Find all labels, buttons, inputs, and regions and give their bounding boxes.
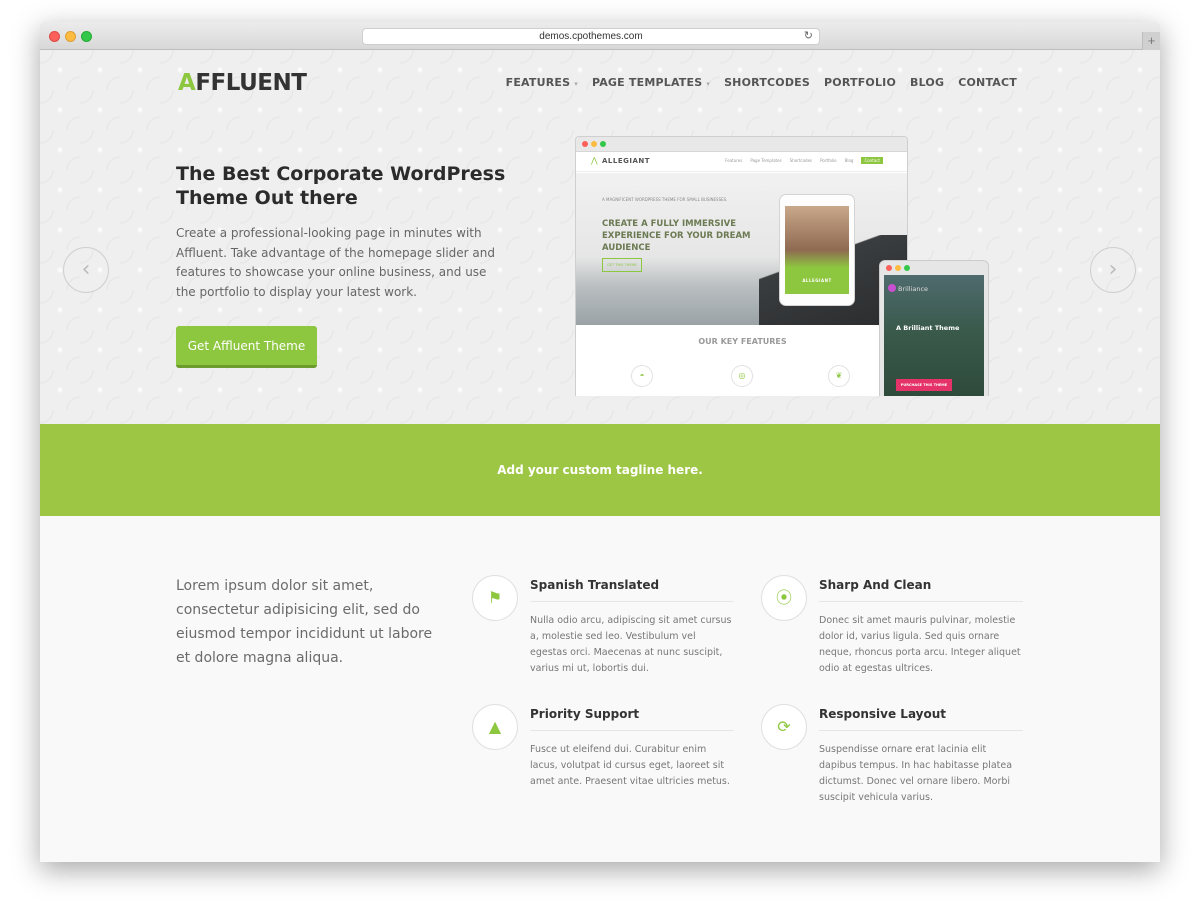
feature-description: Nulla odio arcu, adipiscing sit amet cur… <box>530 615 732 674</box>
mockup-kicker: A MAGNIFICENT WORDPRESS THEME FOR SMALL … <box>602 197 728 202</box>
divider <box>819 730 1023 731</box>
mockup-link: Features <box>725 158 743 163</box>
browser-window: demos.cpothemes.com ↻ + AFFLUENT FEATURE… <box>40 22 1160 862</box>
hero-text: Create a professional-looking page in mi… <box>176 226 495 299</box>
divider <box>530 730 734 731</box>
nav-label: FEATURES <box>505 76 571 89</box>
feature-description: Donec sit amet mauris pulvinar, molestie… <box>819 615 1021 674</box>
phone-mockup-image: Brilliance A Brilliant Theme PURCHASE TH… <box>879 260 989 396</box>
mockup-nav: ⋀ ALLEGIANT Features Page Templates Shor… <box>576 152 907 172</box>
phone-titlebar <box>880 261 988 275</box>
mockup-dot <box>904 265 910 271</box>
mockup-dot <box>600 141 606 147</box>
tablet-mockup-image: ALLEGIANT <box>779 194 855 306</box>
main-nav: FEATURES ▾ PAGE TEMPLATES ▾ SHORTCODES POR… <box>506 76 1017 89</box>
tagline-band: Add your custom tagline here. <box>40 424 1160 516</box>
logo-text: FFLUENT <box>195 70 307 96</box>
mockup-links: Features Page Templates Shortcodes Portf… <box>725 157 883 164</box>
mockup-button: GET THIS THEME <box>602 258 642 272</box>
refresh-icon: ⟳ <box>761 704 807 750</box>
tablet-label: ALLEGIANT <box>802 278 832 283</box>
intro-text: Lorem ipsum dolor sit amet, consectetur … <box>176 578 433 666</box>
site-logo[interactable]: AFFLUENT <box>178 70 307 96</box>
get-theme-button[interactable]: Get Affluent Theme <box>176 326 317 368</box>
phone-button: PURCHASE THIS THEME <box>896 379 952 391</box>
phone-logo: Brilliance <box>898 285 929 293</box>
slider-prev-button[interactable]: ‹ <box>63 247 109 293</box>
phone-screen: Brilliance A Brilliant Theme PURCHASE TH… <box>884 275 984 396</box>
logo-accent: A <box>178 70 196 96</box>
new-tab-button[interactable]: + <box>1142 32 1160 50</box>
road-icon: ▲ <box>472 704 518 750</box>
mockup-link: Shortcodes <box>789 158 813 163</box>
mockup-dot <box>886 265 892 271</box>
tagline-text: Add your custom tagline here. <box>497 463 703 477</box>
mockup-link: Portfolio <box>820 158 837 163</box>
mockup-link: Page Templates <box>750 158 782 163</box>
nav-item-features[interactable]: FEATURES ▾ <box>506 76 578 89</box>
mockup-feature-icon: ◓ <box>631 365 653 387</box>
url-text: demos.cpothemes.com <box>539 31 643 42</box>
mockup-link: Blog <box>844 158 854 163</box>
nav-item-shortcodes[interactable]: SHORTCODES <box>724 76 810 89</box>
close-window-button[interactable] <box>49 31 60 42</box>
mockup-feature-icon: ◎ <box>731 365 753 387</box>
nav-label: PAGE TEMPLATES <box>591 76 703 89</box>
divider <box>819 601 1023 602</box>
mockup-link: Contact <box>861 157 883 164</box>
zoom-window-button[interactable] <box>81 31 92 42</box>
reload-icon[interactable]: ↻ <box>804 29 813 44</box>
nav-item-page-templates[interactable]: PAGE TEMPLATES ▾ <box>592 76 710 89</box>
feature-description: Suspendisse ornare erat lacinia elit dap… <box>819 744 1013 803</box>
minimize-window-button[interactable] <box>65 31 76 42</box>
chevron-down-icon: ▾ <box>574 80 578 88</box>
hero-title: The Best Corporate WordPress Theme Out t… <box>176 163 506 209</box>
chevron-down-icon: ▾ <box>706 80 711 88</box>
map-pin-icon: ⦿ <box>761 575 807 621</box>
browser-titlebar: demos.cpothemes.com ↻ + <box>40 22 1160 50</box>
nav-item-portfolio[interactable]: PORTFOLIO <box>824 76 896 89</box>
desktop-mockup-image: ⋀ ALLEGIANT Features Page Templates Shor… <box>575 136 908 396</box>
tablet-screen: ALLEGIANT <box>785 206 849 294</box>
feature-title: Priority Support <box>530 707 640 721</box>
mockup-headline: CREATE A FULLY IMMERSIVE EXPERIENCE FOR … <box>602 219 751 253</box>
mockup-features-heading: OUR KEY FEATURES <box>698 337 787 346</box>
phone-title: A Brilliant Theme <box>896 324 960 332</box>
slider-next-button[interactable]: › <box>1090 247 1136 293</box>
phone-logo-icon <box>888 284 896 292</box>
mockup-dot <box>895 265 901 271</box>
address-bar[interactable]: demos.cpothemes.com ↻ <box>362 28 820 45</box>
feature-title: Sharp And Clean <box>819 578 932 592</box>
flag-icon: ⚑ <box>472 575 518 621</box>
divider <box>530 601 734 602</box>
nav-item-contact[interactable]: CONTACT <box>958 76 1017 89</box>
feature-title: Spanish Translated <box>530 578 660 592</box>
feature-description: Fusce ut eleifend dui. Curabitur enim la… <box>530 744 730 787</box>
mockup-feature-icon: ❦ <box>828 365 850 387</box>
mockup-titlebar <box>576 137 907 152</box>
nav-item-blog[interactable]: BLOG <box>910 76 944 89</box>
mockup-logo-icon: ⋀ <box>591 156 598 165</box>
feature-title: Responsive Layout <box>819 707 947 721</box>
mockup-dot <box>591 141 597 147</box>
features-section: Lorem ipsum dolor sit amet, consectetur … <box>40 516 1160 862</box>
mockup-logo: ALLEGIANT <box>602 157 651 165</box>
mockup-dot <box>582 141 588 147</box>
mockup-hero: A MAGNIFICENT WORDPRESS THEME FOR SMALL … <box>576 173 907 325</box>
